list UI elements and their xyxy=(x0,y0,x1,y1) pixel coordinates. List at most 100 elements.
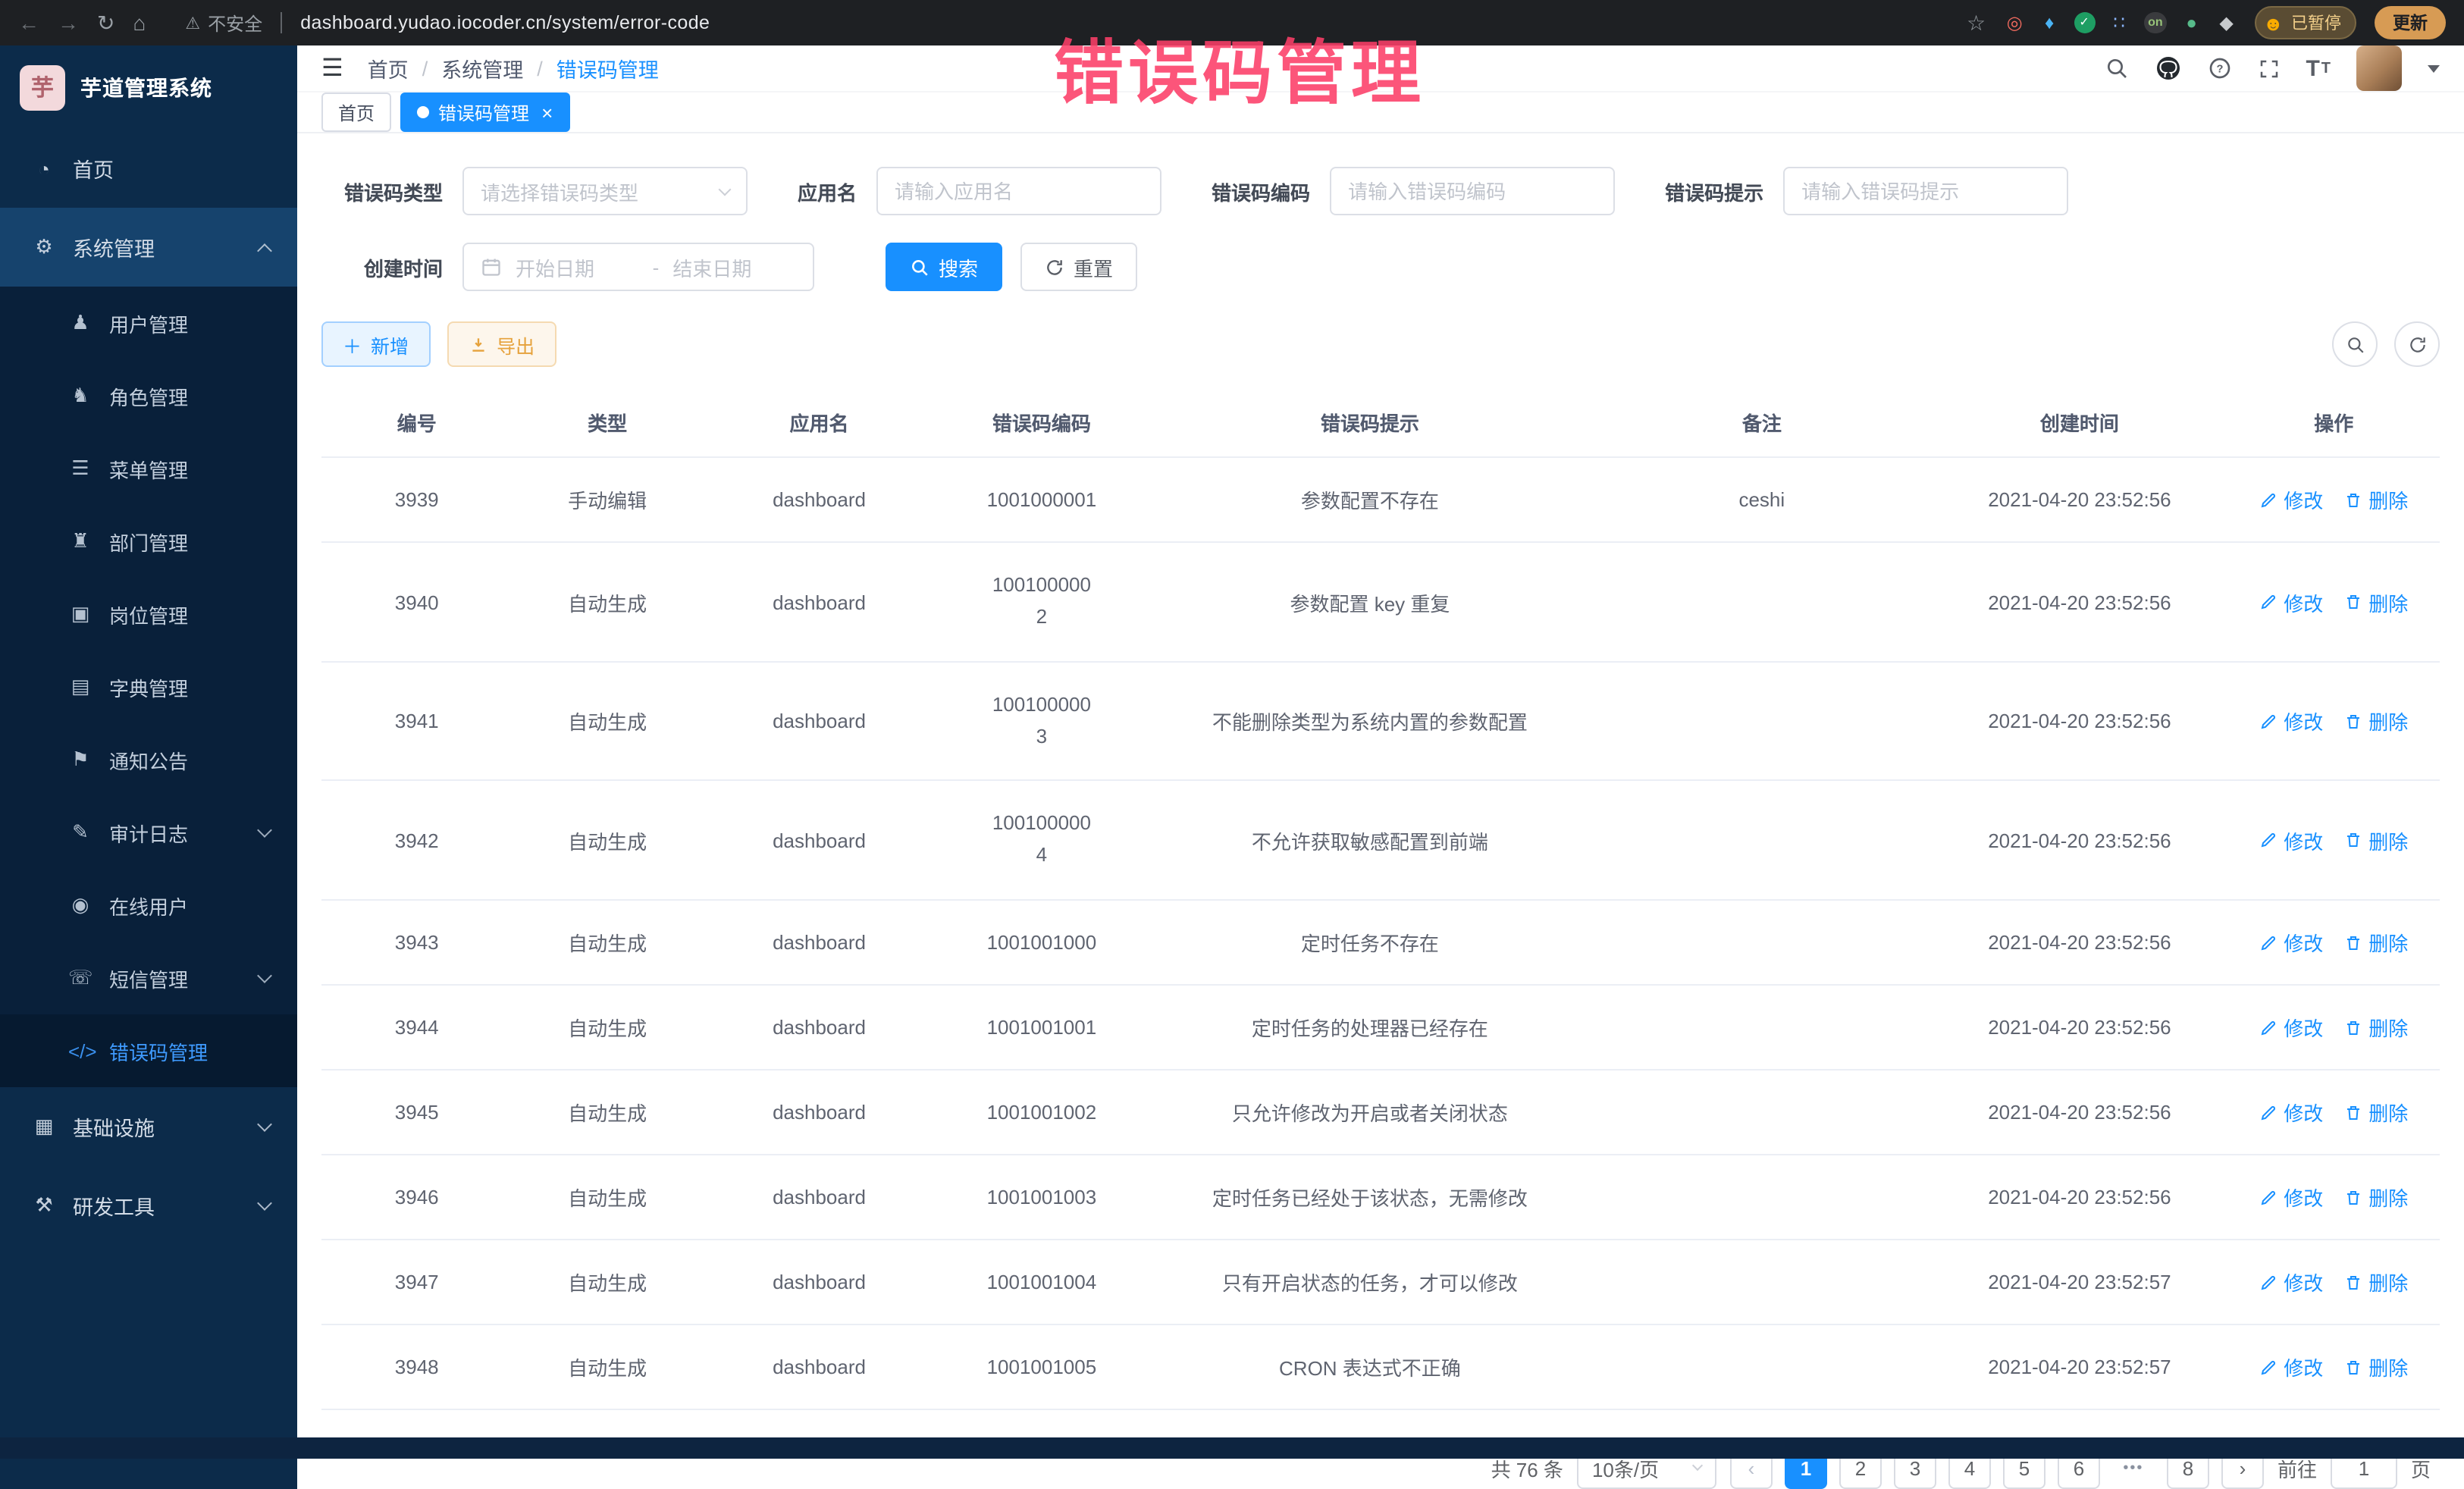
edit-link[interactable]: 修改 xyxy=(2259,1183,2323,1212)
sidebar-item-departments[interactable]: ♜部门管理 xyxy=(0,505,297,578)
on-extension-icon[interactable]: on xyxy=(2143,12,2168,33)
sidebar-item-audit-logs[interactable]: ✎审计日志 xyxy=(0,796,297,869)
delete-link[interactable]: 删除 xyxy=(2344,1013,2408,1042)
sidebar-item-label: 通知公告 xyxy=(109,745,270,774)
sidebar-item-notices[interactable]: ⚑通知公告 xyxy=(0,723,297,796)
cell-app: dashboard xyxy=(703,1324,936,1409)
fullscreen-icon[interactable] xyxy=(2257,57,2280,80)
sidebar-item-dev-tools[interactable]: ⚒研发工具 xyxy=(0,1166,297,1245)
sidebar-item-label: 在线用户 xyxy=(109,891,270,920)
delete-link[interactable]: 删除 xyxy=(2344,928,2408,957)
breadcrumb-item[interactable]: 首页 xyxy=(368,53,409,83)
sidebar-item-users[interactable]: ♟用户管理 xyxy=(0,287,297,359)
forward-icon[interactable]: → xyxy=(58,12,79,33)
error-hint-input[interactable] xyxy=(1783,167,2068,215)
error-code-value: 1001001005 xyxy=(987,1356,1097,1378)
main-area: ☰ 首页/系统管理/错误码管理 ? TT xyxy=(297,45,2464,1489)
delete-link[interactable]: 删除 xyxy=(2344,1098,2408,1127)
cell-msg: 定时任务的处理器已经存在 xyxy=(1148,985,1593,1070)
search-icon[interactable] xyxy=(2104,56,2128,80)
date-range-picker[interactable]: 开始日期 - 结束日期 xyxy=(462,243,814,291)
url-text[interactable]: dashboard.yudao.iocoder.cn/system/error-… xyxy=(300,12,710,33)
edit-link[interactable]: 修改 xyxy=(2259,588,2323,616)
edit-link[interactable]: 修改 xyxy=(2259,1353,2323,1381)
error-code-input[interactable] xyxy=(1330,167,1615,215)
error-code-value: 1001000003 xyxy=(992,690,1091,753)
add-button-label: 新增 xyxy=(371,330,409,359)
pin-extension-icon[interactable]: ◆ xyxy=(2216,12,2237,33)
check-extension-icon[interactable]: ✓ xyxy=(2074,12,2095,33)
sidebar-item-infrastructure[interactable]: ▦基础设施 xyxy=(0,1087,297,1166)
sidebar-item-menus[interactable]: ☰菜单管理 xyxy=(0,432,297,505)
edit-link[interactable]: 修改 xyxy=(2259,707,2323,735)
delete-link[interactable]: 删除 xyxy=(2344,485,2408,514)
grid-extension-icon[interactable]: ∷ xyxy=(2108,12,2130,33)
reset-button[interactable]: 重置 xyxy=(1020,243,1137,291)
record-extension-icon[interactable]: ◎ xyxy=(2004,12,2025,33)
show-search-icon[interactable] xyxy=(2332,321,2378,367)
sidebar-item-online-users[interactable]: ◉在线用户 xyxy=(0,869,297,942)
sidebar-item-roles[interactable]: ♞角色管理 xyxy=(0,359,297,432)
cell-code: 1001001005 xyxy=(936,1324,1147,1409)
cell-app: dashboard xyxy=(703,542,936,661)
cell-msg: 只有开启状态的任务，才可以修改 xyxy=(1148,1240,1593,1324)
font-size-icon[interactable]: TT xyxy=(2306,55,2331,81)
sidebar-item-label: 岗位管理 xyxy=(109,600,270,629)
cell-type: 自动生成 xyxy=(512,1070,702,1155)
export-button[interactable]: 导出 xyxy=(447,321,556,367)
delete-link[interactable]: 删除 xyxy=(2344,707,2408,735)
update-button[interactable]: 更新 xyxy=(2375,6,2446,39)
cell-app: dashboard xyxy=(703,1155,936,1240)
delete-link[interactable]: 删除 xyxy=(2344,1353,2408,1381)
delete-link[interactable]: 删除 xyxy=(2344,1183,2408,1212)
delete-link[interactable]: 删除 xyxy=(2344,826,2408,854)
paused-badge[interactable]: ☻ 已暂停 xyxy=(2256,6,2356,39)
cell-msg: 只允许修改为开启或者关闭状态 xyxy=(1148,1070,1593,1155)
logo[interactable]: 芋 芋道管理系统 xyxy=(0,45,297,129)
bookmark-star-icon[interactable]: ☆ xyxy=(1967,12,1986,33)
hamburger-icon[interactable]: ☰ xyxy=(321,53,343,83)
security-warning[interactable]: ⚠ 不安全 xyxy=(185,10,262,36)
github-icon[interactable] xyxy=(2154,55,2181,82)
sidebar-item-error-codes[interactable]: </>错误码管理 xyxy=(0,1014,297,1087)
paused-label: 已暂停 xyxy=(2291,11,2341,35)
sidebar-item-home[interactable]: ◔首页 xyxy=(0,129,297,208)
home-icon[interactable]: ⌂ xyxy=(133,12,146,33)
delete-link[interactable]: 删除 xyxy=(2344,1268,2408,1296)
error-code-value: 1001000001 xyxy=(987,488,1097,511)
search-button[interactable]: 搜索 xyxy=(886,243,1002,291)
help-icon[interactable]: ? xyxy=(2207,56,2231,80)
close-icon[interactable]: × xyxy=(541,102,553,122)
error-type-select[interactable]: 请选择错误码类型 xyxy=(462,167,748,215)
reload-icon[interactable]: ↻ xyxy=(97,12,114,33)
drop-extension-icon[interactable]: ♦ xyxy=(2039,12,2060,33)
sidebar-item-sms[interactable]: ☏短信管理 xyxy=(0,942,297,1014)
tab-错误码管理[interactable]: 错误码管理× xyxy=(400,92,569,132)
edit-link[interactable]: 修改 xyxy=(2259,928,2323,957)
column-header: 应用名 xyxy=(703,388,936,457)
sidebar-item-system[interactable]: ⚙系统管理 xyxy=(0,208,297,287)
breadcrumb-item[interactable]: 系统管理 xyxy=(441,53,523,83)
cell-msg: 定时任务已经处于该状态，无需修改 xyxy=(1148,1155,1593,1240)
annotation-overlay: 错误码管理 xyxy=(1054,18,1425,118)
leaf-extension-icon[interactable]: ● xyxy=(2181,12,2202,33)
tab-首页[interactable]: 首页 xyxy=(321,92,391,132)
add-button[interactable]: ＋ 新增 xyxy=(321,321,430,367)
edit-link[interactable]: 修改 xyxy=(2259,485,2323,514)
breadcrumb-item[interactable]: 错误码管理 xyxy=(556,53,659,83)
avatar[interactable] xyxy=(2356,45,2402,91)
app-name-input[interactable] xyxy=(876,167,1161,215)
chevron-down-icon[interactable] xyxy=(2428,64,2440,72)
back-icon[interactable]: ← xyxy=(18,12,39,33)
sidebar-item-positions[interactable]: ▣岗位管理 xyxy=(0,578,297,650)
user-icon: ♟ xyxy=(68,311,92,335)
edit-link[interactable]: 修改 xyxy=(2259,1098,2323,1127)
refresh-icon[interactable] xyxy=(2394,321,2440,367)
edit-link[interactable]: 修改 xyxy=(2259,1268,2323,1296)
edit-link[interactable]: 修改 xyxy=(2259,826,2323,854)
edit-link[interactable]: 修改 xyxy=(2259,1013,2323,1042)
sidebar-item-dictionary[interactable]: ▤字典管理 xyxy=(0,650,297,723)
delete-link[interactable]: 删除 xyxy=(2344,588,2408,616)
cell-ops: 修改删除 xyxy=(2228,457,2440,542)
table-row: 3941自动生成dashboard1001000003不能删除类型为系统内置的参… xyxy=(321,662,2440,781)
